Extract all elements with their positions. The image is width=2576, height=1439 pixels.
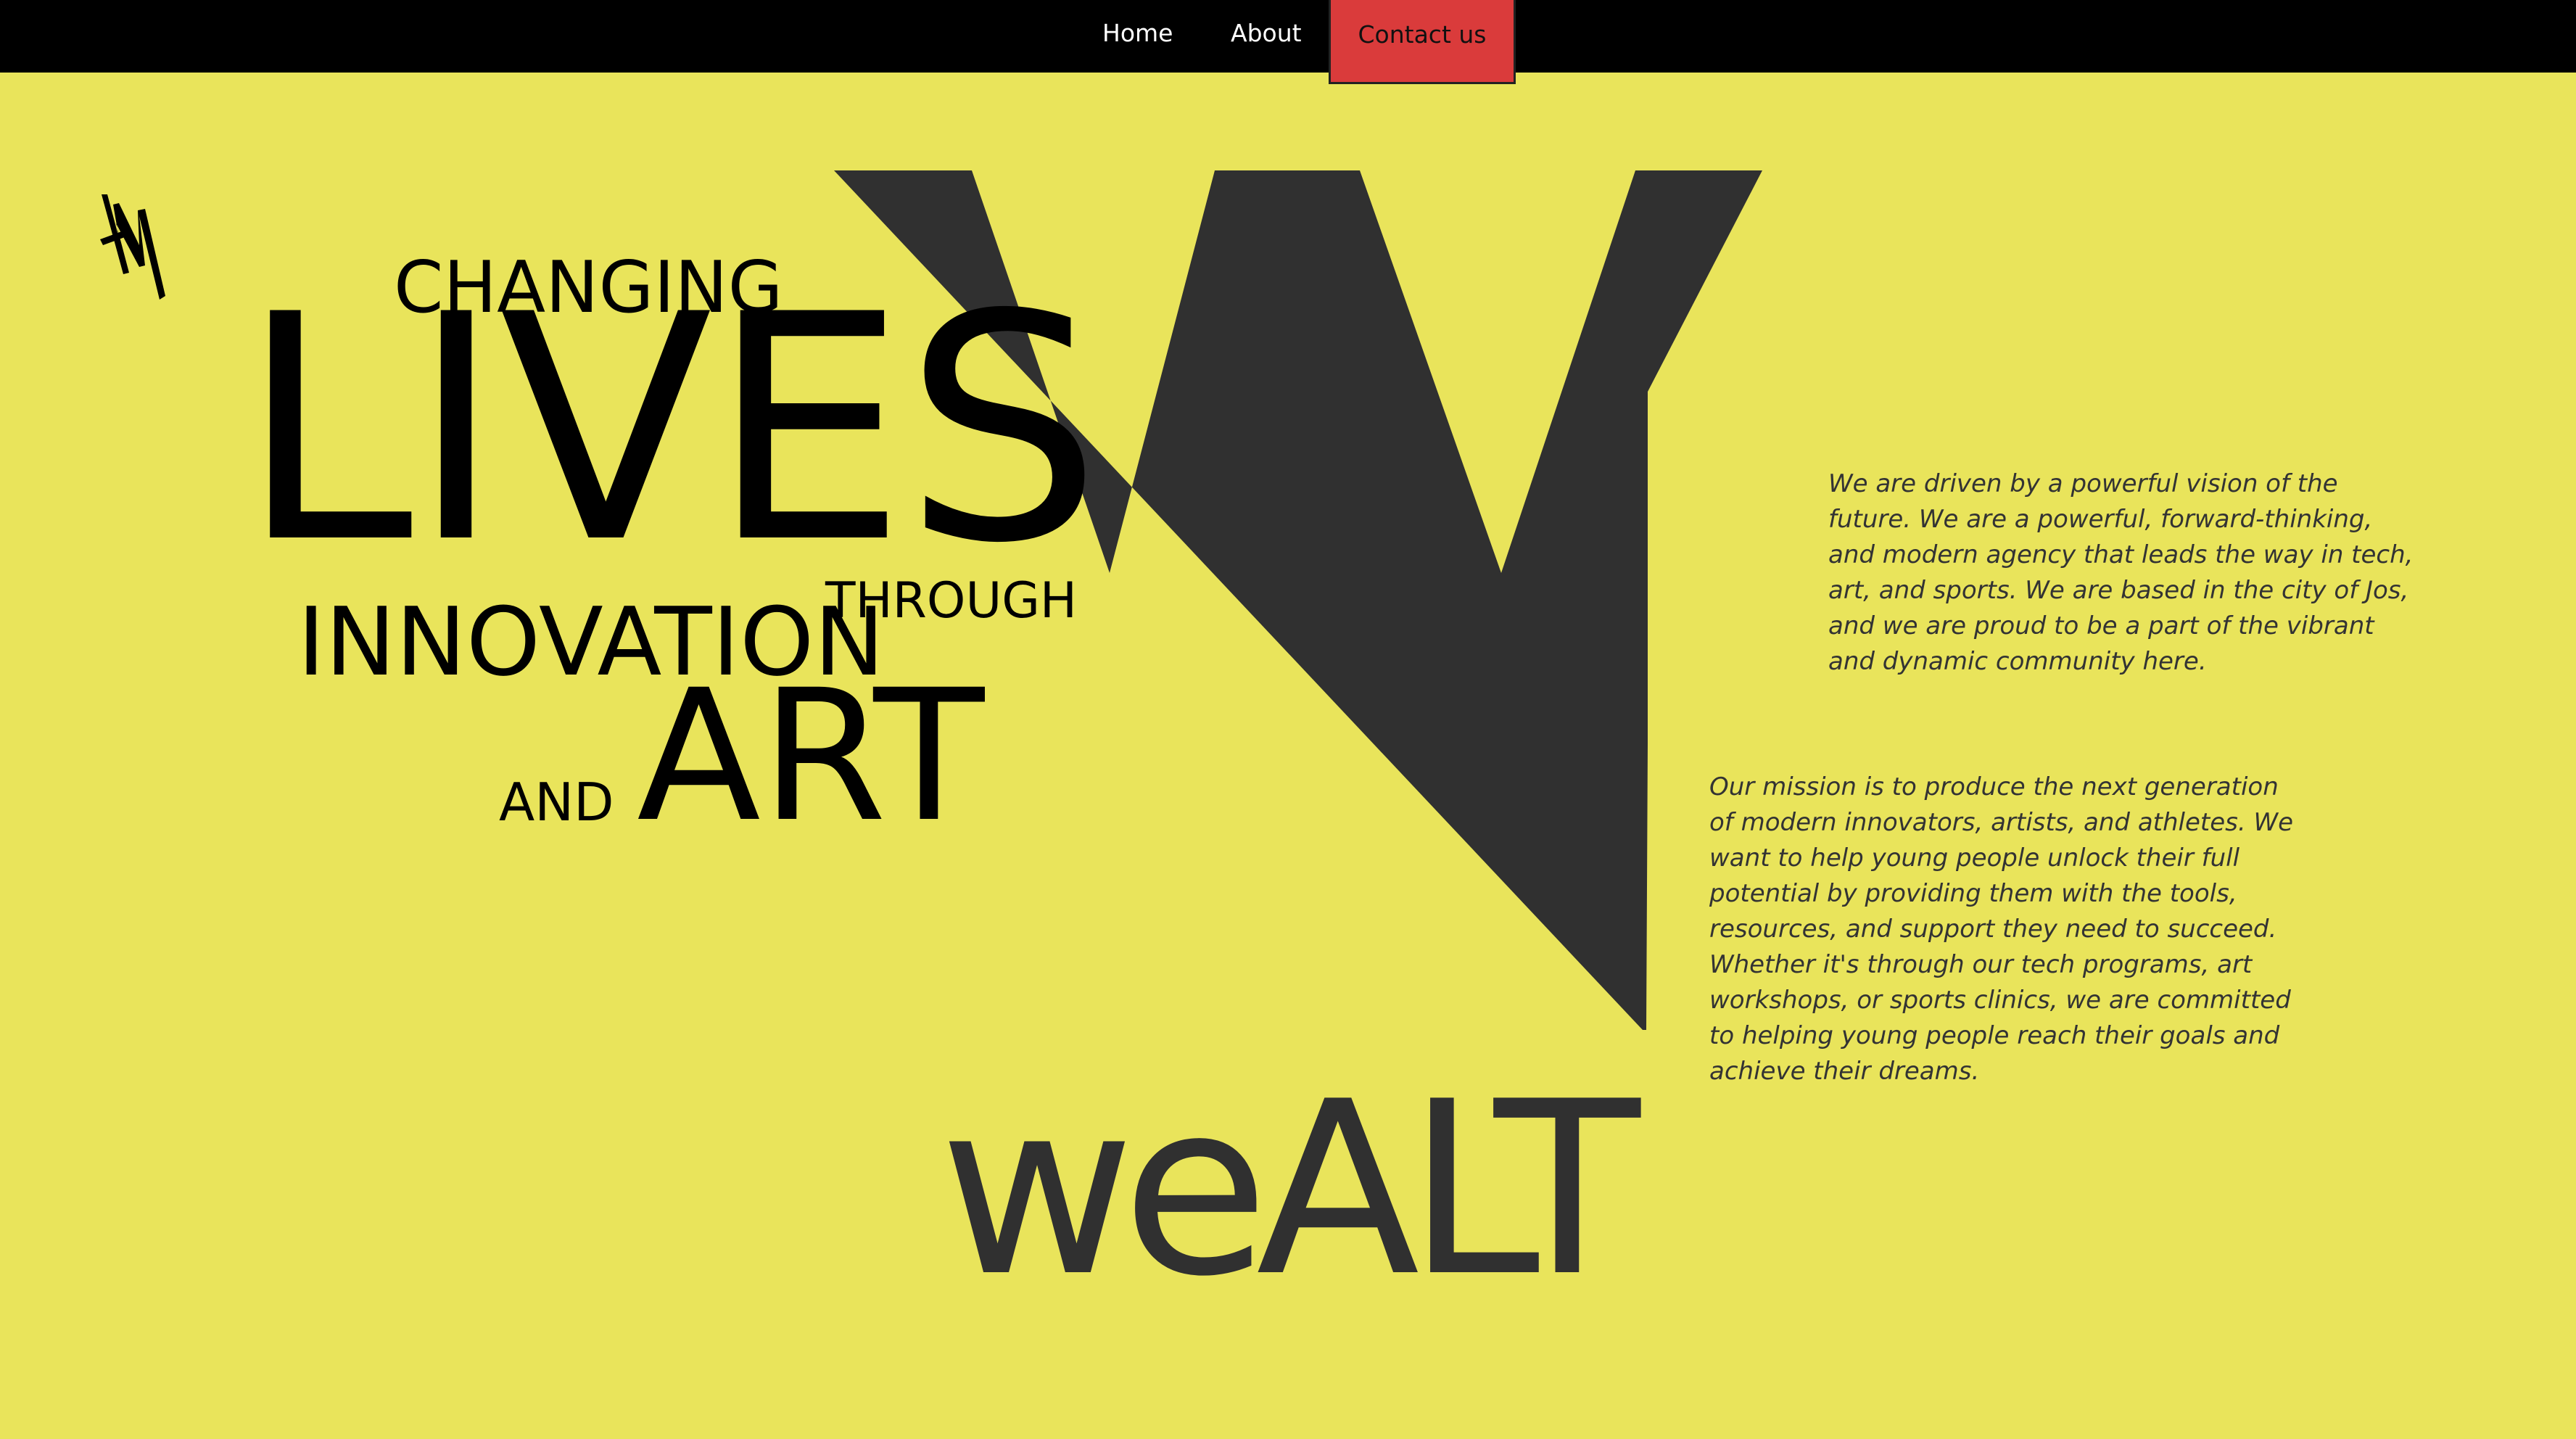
nav-about-link[interactable]: About [1231,15,1302,52]
nav-home-link[interactable]: Home [1102,15,1173,52]
headline-and: AND [499,772,614,833]
w-logo-icon[interactable] [94,194,167,303]
mission-paragraph: Our mission is to produce the next gener… [1709,772,2294,1086]
contact-us-button[interactable]: Contact us [1329,0,1516,84]
headline-art: ART [637,651,985,862]
headline-through: THROUGH [825,572,1078,630]
brand-wordmark: weALT [939,1050,1640,1329]
top-nav-bar: Home About [0,0,2576,73]
vision-paragraph: We are driven by a powerful vision of th… [1828,469,2414,676]
headline-changing: CHANGING [394,247,783,329]
